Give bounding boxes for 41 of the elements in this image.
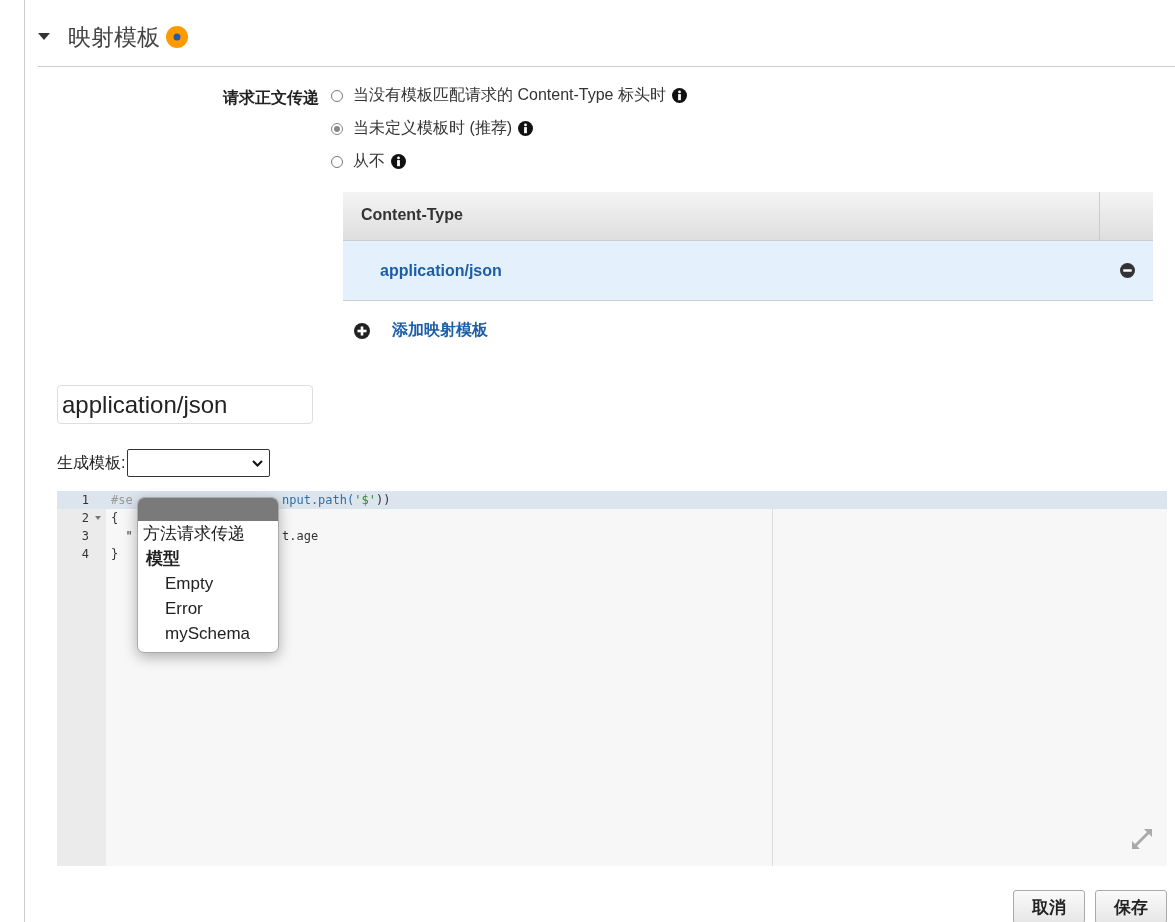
generate-template-label: 生成模板: (57, 452, 126, 473)
code-text: } (111, 546, 119, 563)
code-text: nput.path('$')) (282, 492, 391, 509)
line-number: 4 (81, 546, 89, 563)
chevron-icon (252, 459, 264, 467)
content-type-link[interactable]: application/json (380, 261, 1120, 280)
line-number: 2 (81, 510, 89, 527)
fold-icon[interactable] (95, 516, 101, 520)
line-number: 3 (81, 528, 89, 545)
status-dot-icon (166, 26, 188, 48)
radio-button[interactable] (331, 89, 343, 102)
code-text: { (111, 510, 119, 527)
section-title: 映射模板 (68, 22, 160, 52)
info-icon[interactable] (518, 121, 534, 136)
radio-label: 从不 (353, 151, 385, 171)
dropdown-option[interactable]: 方法请求传递 (138, 521, 278, 546)
radio-button[interactable] (331, 122, 343, 135)
info-icon[interactable] (391, 154, 406, 169)
template-dropdown[interactable] (127, 449, 271, 477)
code-text: #se (111, 492, 133, 509)
action-button[interactable]: 取消 (1013, 890, 1085, 922)
content-type-field[interactable]: application/json (57, 385, 313, 424)
code-text: " (124, 528, 133, 545)
info-icon[interactable] (671, 88, 687, 103)
dropdown-option[interactable]: Empty (138, 571, 278, 596)
dropdown-option[interactable]: mySchema (138, 621, 278, 646)
line-number: 1 (81, 492, 89, 509)
action-button[interactable]: 保存 (1095, 890, 1167, 922)
code-text: t.age (282, 528, 319, 545)
radio-button[interactable] (331, 155, 343, 168)
add-icon[interactable] (354, 322, 370, 339)
dropdown-option[interactable]: Error (138, 596, 278, 621)
caret-icon[interactable] (38, 33, 50, 41)
table-row[interactable]: application/json (343, 241, 1153, 301)
remove-icon[interactable] (1120, 263, 1135, 278)
field-label: 请求正文传递 (223, 89, 319, 106)
column-header: Content-Type (343, 192, 1100, 240)
radio-label: 当未定义模板时 (推荐) (353, 118, 513, 138)
radio-label: 当没有模板匹配请求的 Content-Type 标头时 (353, 85, 666, 105)
add-template-link[interactable]: 添加映射模板 (392, 320, 488, 341)
option-group-label: 模型 (145, 548, 181, 570)
